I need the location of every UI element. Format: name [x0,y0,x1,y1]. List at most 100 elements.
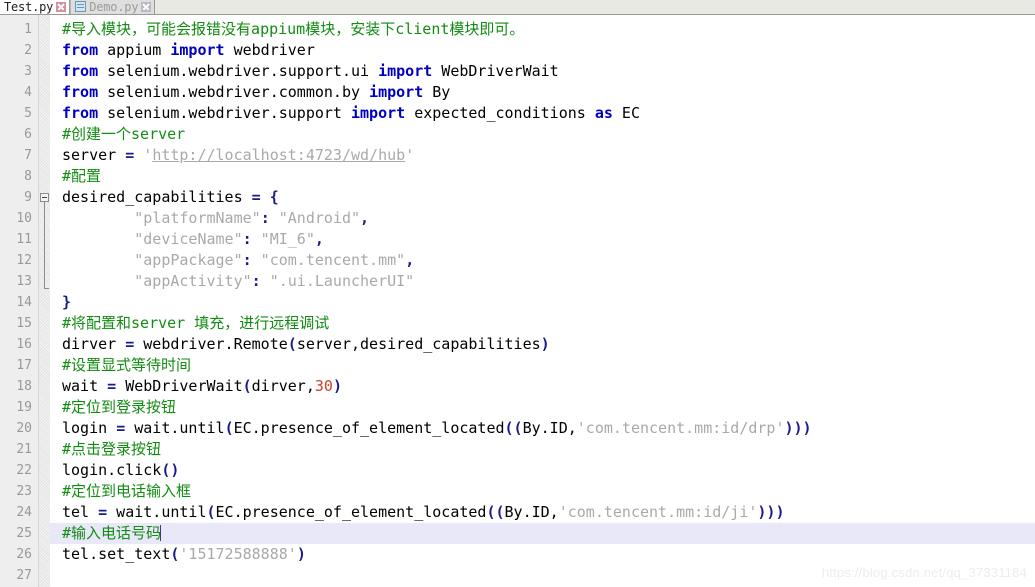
code-token-punct: , [405,251,415,269]
code-token-kw: import [170,41,225,59]
code-line[interactable]: wait = WebDriverWait(dirver,30) [50,376,1035,397]
code-line[interactable]: #将配置和server 填充，进行远程调试 [50,313,1035,334]
code-line[interactable]: #点击登录按钮 [50,439,1035,460]
code-token-comment: #设置显式等待时间 [62,356,192,374]
line-number: 8 [24,169,32,184]
code-token-plain: webdriver [224,41,315,59]
code-token-punct: () [161,461,180,479]
editor-tab-demo-py[interactable]: Demo.py [70,0,156,14]
code-line[interactable]: "platformName": "Android", [50,208,1035,229]
code-token-plain: server,desired_capabilities [296,335,541,353]
code-line[interactable]: #配置 [50,166,1035,187]
code-token-punct: ( [287,335,297,353]
line-number: 23 [16,484,32,499]
code-token-str: "com.tencent.mm" [251,251,406,269]
code-token-punct: , [314,230,324,248]
line-number: 27 [16,568,32,583]
code-token-punct: = [125,335,135,353]
code-token-str: '15172588888' [179,545,297,563]
fold-collapse-icon[interactable] [40,193,49,202]
line-number-gutter: 1 2 3 4 5 6 7 8 9 10 11 12 13 14 15 16 17 18 19 20 21 22 23 24 2… [0,15,38,587]
line-number: 3 [24,64,32,79]
editor-tab-test-py[interactable]: Test.py [0,0,71,14]
line-number: 7 [24,148,32,163]
code-token-str: ' [405,146,415,164]
code-line[interactable]: tel.set_text('15172588888') [50,544,1035,565]
editor-tab-label: Demo.py [89,0,139,14]
code-line[interactable]: "appActivity": ".ui.LauncherUI" [50,271,1035,292]
code-token-kw: import [378,62,433,80]
code-line[interactable]: dirver = webdriver.Remote(server,desired… [50,334,1035,355]
line-number: 18 [16,379,32,394]
code-token-kw: from [62,62,99,80]
code-token-str: "MI_6" [251,230,315,248]
line-number: 17 [16,358,32,373]
code-token-plain: By.ID, [504,503,559,521]
code-line[interactable]: #输入电话号码 [50,523,1035,544]
close-icon[interactable] [141,1,152,12]
line-number: 9 [24,190,32,205]
code-token-plain: dirver [62,335,126,353]
code-line[interactable]: #定位到登录按钮 [50,397,1035,418]
code-token-plain: appium [98,41,171,59]
code-token-plain: dirver, [251,377,315,395]
code-line[interactable]: } [50,292,1035,313]
line-number: 4 [24,85,32,100]
code-token-plain: tel.set_text [62,545,171,563]
line-number: 25 [16,526,32,541]
code-line[interactable]: tel = wait.until(EC.presence_of_element_… [50,502,1035,523]
line-number: 13 [16,274,32,289]
code-token-punct: ))) [757,503,785,521]
code-token-plain: server [62,146,126,164]
line-number: 16 [16,337,32,352]
code-token-plain: EC.presence_of_element_located [215,503,487,521]
code-token-plain: expected_conditions [405,104,595,122]
code-line[interactable]: from selenium.webdriver.support import e… [50,103,1035,124]
code-line[interactable]: from selenium.webdriver.common.by import… [50,82,1035,103]
code-line[interactable]: from appium import webdriver [50,40,1035,61]
code-token-plain: By [423,83,451,101]
code-token-kw: as [594,104,613,122]
line-number: 14 [16,295,32,310]
code-line[interactable]: "appPackage": "com.tencent.mm", [50,250,1035,271]
code-token-plain: selenium.webdriver.common.by [98,83,370,101]
code-token-str: 'com.tencent.mm:id/drp' [576,419,785,437]
code-folding-strip[interactable] [38,15,50,587]
code-line[interactable]: login = wait.until(EC.presence_of_elemen… [50,418,1035,439]
code-token-str: 'com.tencent.mm:id/ji' [558,503,758,521]
code-token-str: "appPackage" [62,251,243,269]
code-token-punct: , [360,209,370,227]
code-token-punct: ) [540,335,550,353]
text-caret [160,525,162,541]
code-line[interactable]: #创建一个server [50,124,1035,145]
line-number: 22 [16,463,32,478]
code-token-punct: = [125,146,135,164]
code-line[interactable]: #导入模块，可能会报错没有appium模块，安装下client模块即可。 [50,19,1035,40]
editor-body: 1 2 3 4 5 6 7 8 9 10 11 12 13 14 15 16 17 18 19 20 21 22 23 24 2… [0,15,1035,587]
code-token-comment: #定位到电话输入框 [62,482,192,500]
code-line[interactable]: #设置显式等待时间 [50,355,1035,376]
code-line[interactable]: #定位到电话输入框 [50,481,1035,502]
code-token-punct: = [107,377,117,395]
editor-tab-bar: Test.py Demo.py [0,0,1035,15]
code-token-comment: #定位到登录按钮 [62,398,177,416]
fold-region-bracket [44,202,49,289]
code-line[interactable]: "deviceName": "MI_6", [50,229,1035,250]
code-token-url: http://localhost:4723/wd/hub [152,146,406,164]
code-token-punct: (( [486,503,505,521]
code-line[interactable]: login.click() [50,460,1035,481]
code-token-str: "appActivity" [62,272,252,290]
code-line[interactable]: from selenium.webdriver.support.ui impor… [50,61,1035,82]
code-token-kw: import [351,104,406,122]
code-token-punct: ) [296,545,306,563]
code-line[interactable]: server = 'http://localhost:4723/wd/hub' [50,145,1035,166]
csdn-watermark: https://blog.csdn.net/qq_37331184 [821,565,1027,580]
line-number: 6 [24,127,32,142]
code-line[interactable]: desired_capabilities = { [50,187,1035,208]
line-number: 20 [16,421,32,436]
close-icon[interactable] [56,1,67,12]
code-token-plain: EC.presence_of_element_located [233,419,505,437]
code-token-plain: login.click [62,461,162,479]
code-token-punct: ( [206,503,216,521]
code-text-area[interactable]: #导入模块，可能会报错没有appium模块，安装下client模块即可。 from… [50,15,1035,587]
